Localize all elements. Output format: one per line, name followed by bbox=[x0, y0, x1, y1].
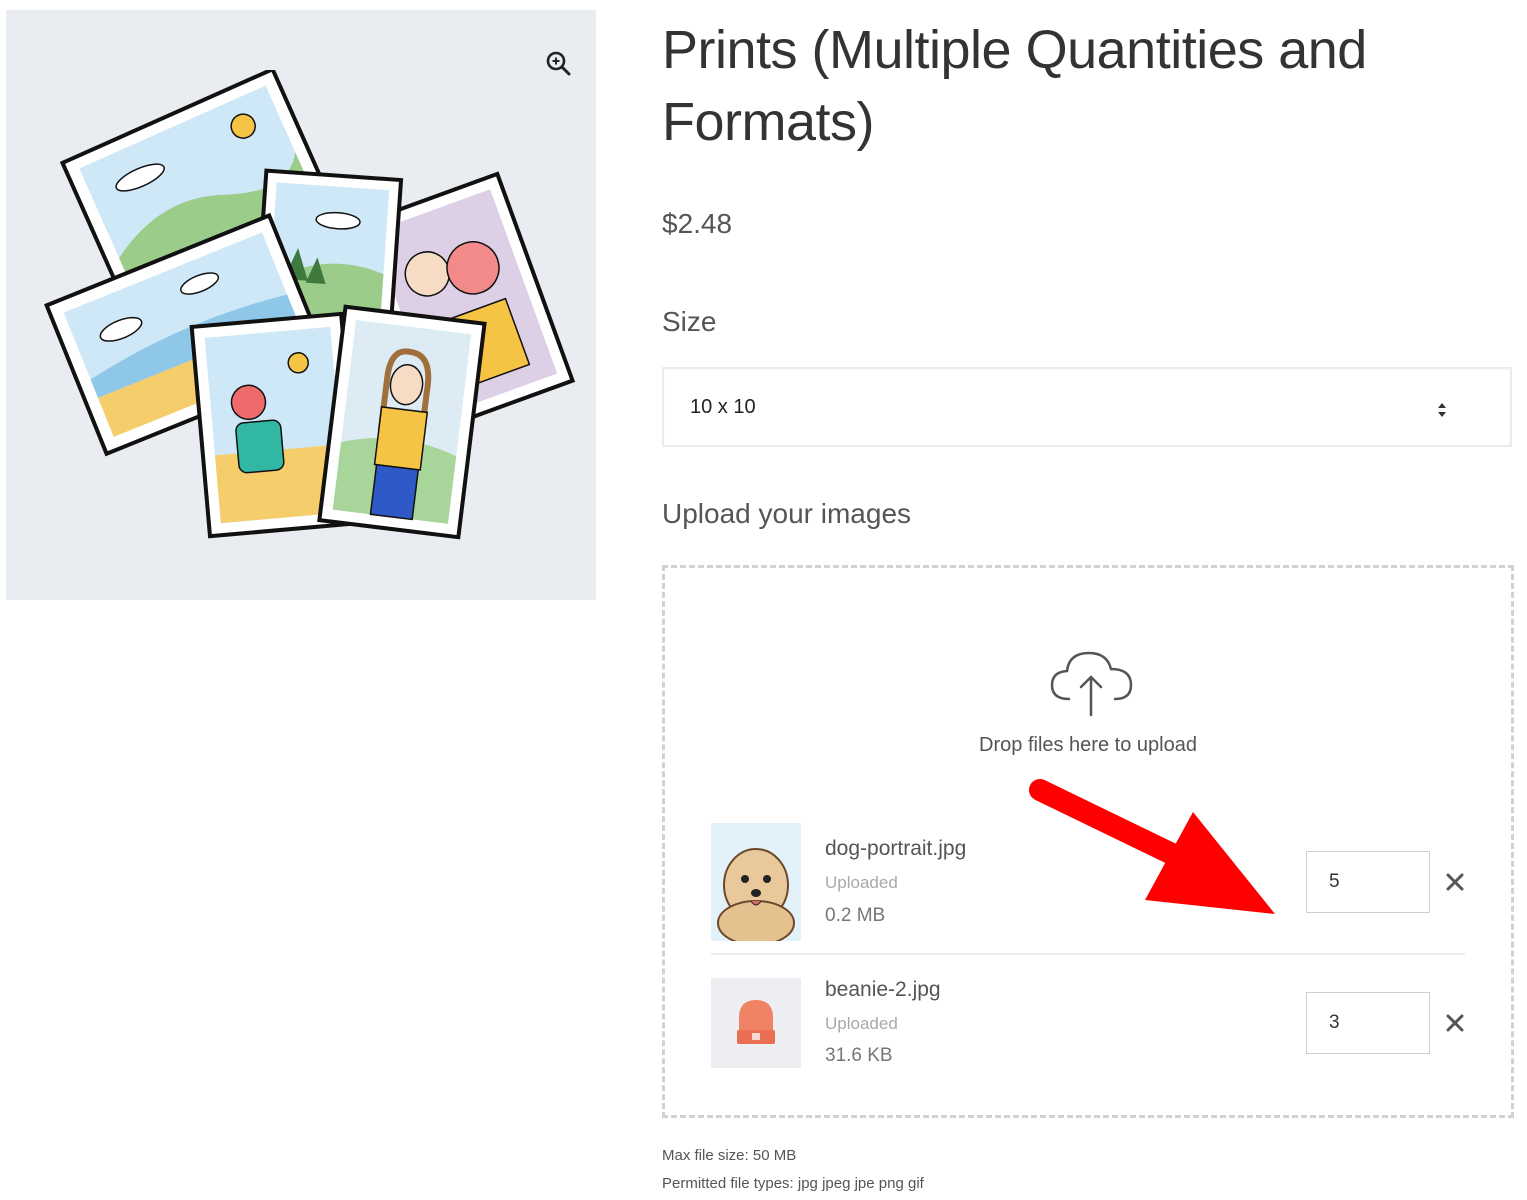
product-image-gallery[interactable] bbox=[6, 10, 596, 600]
size-label: Size bbox=[662, 306, 717, 337]
file-name: beanie-2.jpg bbox=[825, 978, 941, 1001]
size-select[interactable]: 10 x 10 bbox=[662, 367, 1512, 447]
file-thumbnail bbox=[711, 823, 801, 941]
annotation-arrow bbox=[1029, 779, 1275, 914]
drop-files-text: Drop files here to upload bbox=[979, 734, 1197, 756]
select-caret-icon bbox=[1438, 403, 1446, 417]
file-size: 31.6 KB bbox=[825, 1045, 893, 1066]
product-title: Prints (Multiple Quantities and Formats) bbox=[662, 20, 1367, 152]
max-file-size: Max file size: 50 MB bbox=[662, 1147, 797, 1164]
product-illustration bbox=[44, 70, 576, 540]
zoom-in-icon[interactable] bbox=[542, 47, 576, 81]
size-select-value: 10 x 10 bbox=[690, 396, 756, 418]
uploaded-file-row: beanie-2.jpg Uploaded 31.6 KB bbox=[711, 978, 1465, 1070]
permitted-file-types: Permitted file types: jpg jpeg jpe png g… bbox=[662, 1175, 924, 1192]
upload-label: Upload your images bbox=[662, 498, 912, 529]
quantity-input[interactable] bbox=[1306, 851, 1430, 913]
file-name: dog-portrait.jpg bbox=[825, 837, 967, 860]
remove-file-icon[interactable] bbox=[1445, 872, 1465, 892]
file-size: 0.2 MB bbox=[825, 905, 886, 926]
quantity-input[interactable] bbox=[1306, 992, 1430, 1054]
file-status: Uploaded bbox=[825, 1014, 898, 1033]
file-thumbnail bbox=[711, 978, 801, 1068]
product-price: $2.48 bbox=[662, 208, 733, 239]
file-status: Uploaded bbox=[825, 873, 898, 892]
cloud-upload-icon bbox=[1050, 651, 1133, 717]
remove-file-icon[interactable] bbox=[1445, 1013, 1465, 1033]
